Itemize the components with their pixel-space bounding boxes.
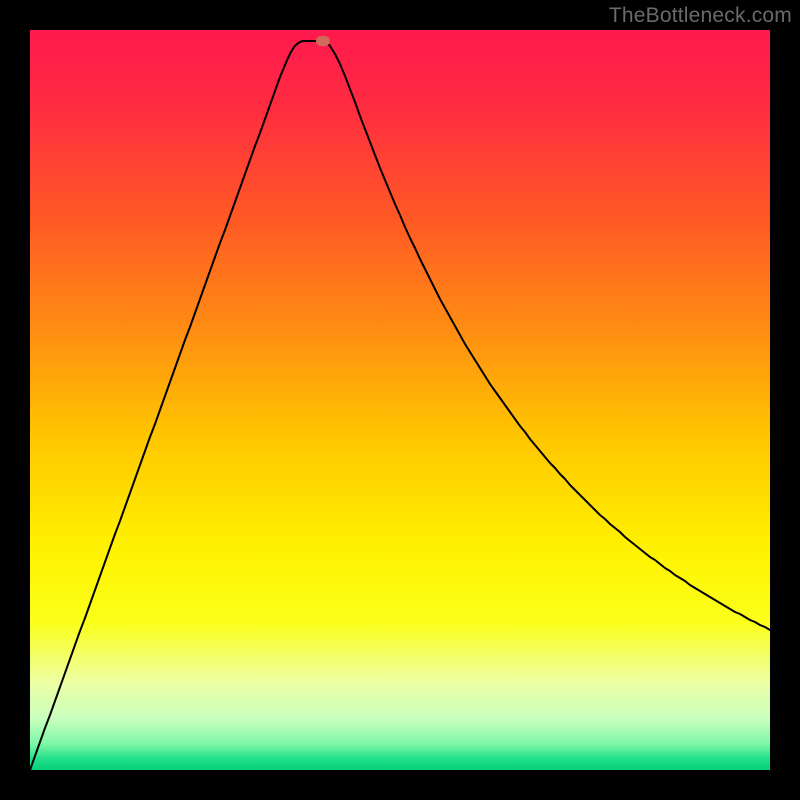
watermark-label: TheBottleneck.com [609, 4, 792, 28]
chart-frame [30, 30, 770, 770]
bottleneck-curve [30, 30, 770, 770]
optimum-marker [316, 36, 330, 46]
